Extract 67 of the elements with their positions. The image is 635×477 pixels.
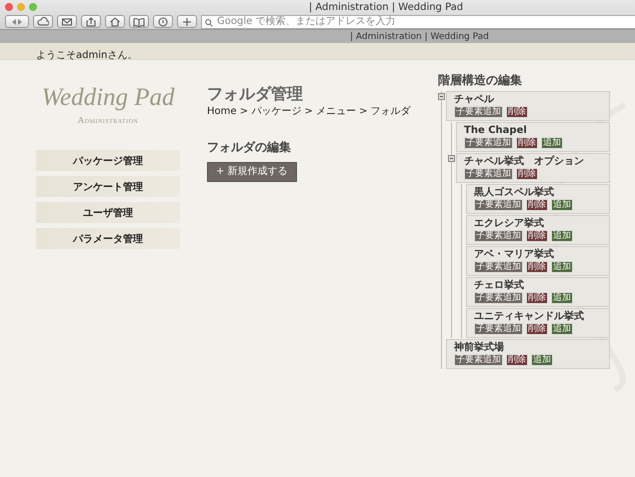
plus-icon <box>181 16 193 26</box>
info-button[interactable] <box>153 15 173 28</box>
delete-button[interactable]: 削除 <box>516 168 538 180</box>
cloud-icon <box>37 16 49 26</box>
window-title: | Administration | Wedding Pad <box>308 0 464 14</box>
nav-button[interactable]: ユーザ管理 <box>36 202 180 223</box>
page-title: フォルダ管理 <box>207 84 304 104</box>
breadcrumb[interactable]: Home > パッケージ > メニュー > フォルダ <box>207 106 411 118</box>
new-tab-button[interactable] <box>177 15 197 28</box>
node-label: The Chapel <box>464 125 528 136</box>
collapse-icon[interactable] <box>448 155 455 162</box>
node-label: チェロ挙式 <box>474 280 525 291</box>
home-button[interactable] <box>105 15 125 28</box>
section-heading: フォルダの編集 <box>207 140 292 154</box>
child-add-button[interactable]: 子要素追加 <box>474 292 523 304</box>
delete-button[interactable]: 削除 <box>516 137 538 149</box>
book-icon <box>133 16 145 26</box>
child-add-button[interactable]: 子要素追加 <box>474 323 523 335</box>
delete-button[interactable]: 削除 <box>506 354 528 366</box>
address-field[interactable]: Google で検索、またはアドレスを入力 <box>201 14 635 28</box>
collapse-icon[interactable] <box>438 93 445 100</box>
back-forward-button[interactable] <box>5 15 29 28</box>
delete-button[interactable]: 削除 <box>526 261 548 273</box>
welcome-message: ようこそadminさん。 <box>36 50 138 61</box>
add-button[interactable]: 追加 <box>531 354 553 366</box>
add-button[interactable]: 追加 <box>551 199 573 211</box>
search-icon <box>204 18 214 26</box>
child-add-button[interactable]: 子要素追加 <box>454 354 503 366</box>
add-button[interactable]: 追加 <box>551 261 573 273</box>
node-label: 神前挙式場 <box>454 342 505 353</box>
nav-button[interactable]: パラメータ管理 <box>36 228 180 249</box>
share-icon <box>85 16 97 26</box>
mail-button[interactable] <box>57 15 77 28</box>
close-button[interactable] <box>5 3 13 11</box>
child-add-button[interactable]: 子要素追加 <box>464 168 513 180</box>
wedding-pad-logo: Wedding Pad Administration <box>40 83 176 127</box>
delete-button[interactable]: 削除 <box>506 106 528 118</box>
child-add-button[interactable]: 子要素追加 <box>464 137 513 149</box>
envelope-icon <box>61 16 73 26</box>
node-label: チャペル <box>454 94 496 105</box>
nav-button[interactable]: アンケート管理 <box>36 176 180 197</box>
node-label: ユニティキャンドル挙式 <box>474 311 585 322</box>
node-label: エクレシア挙式 <box>474 218 545 229</box>
add-button[interactable]: 追加 <box>551 292 573 304</box>
tab-title[interactable]: | Administration | Wedding Pad <box>350 30 489 42</box>
section-heading: 階層構造の編集 <box>438 73 523 87</box>
node-label: アベ・マリア挙式 <box>474 249 555 260</box>
child-add-button[interactable]: 子要素追加 <box>474 199 523 211</box>
nav-button[interactable]: パッケージ管理 <box>36 150 180 171</box>
node-label: 黒人ゴスペル挙式 <box>474 187 555 198</box>
new-folder-button[interactable]: + 新規作成する <box>207 162 297 182</box>
cloud-button[interactable] <box>33 15 53 28</box>
add-button[interactable]: 追加 <box>541 137 563 149</box>
home-icon <box>109 16 121 26</box>
node-label: チャペル挙式 オプション <box>464 156 585 167</box>
delete-button[interactable]: 削除 <box>526 292 548 304</box>
add-button[interactable]: 追加 <box>551 323 573 335</box>
delete-button[interactable]: 削除 <box>526 230 548 242</box>
add-button[interactable]: 追加 <box>551 230 573 242</box>
delete-button[interactable]: 削除 <box>526 199 548 211</box>
share-button[interactable] <box>81 15 101 28</box>
bookmarks-button[interactable] <box>129 15 149 28</box>
child-add-button[interactable]: 子要素追加 <box>454 106 503 118</box>
delete-button[interactable]: 削除 <box>526 323 548 335</box>
info-icon <box>157 16 169 26</box>
child-add-button[interactable]: 子要素追加 <box>474 230 523 242</box>
child-add-button[interactable]: 子要素追加 <box>474 261 523 273</box>
